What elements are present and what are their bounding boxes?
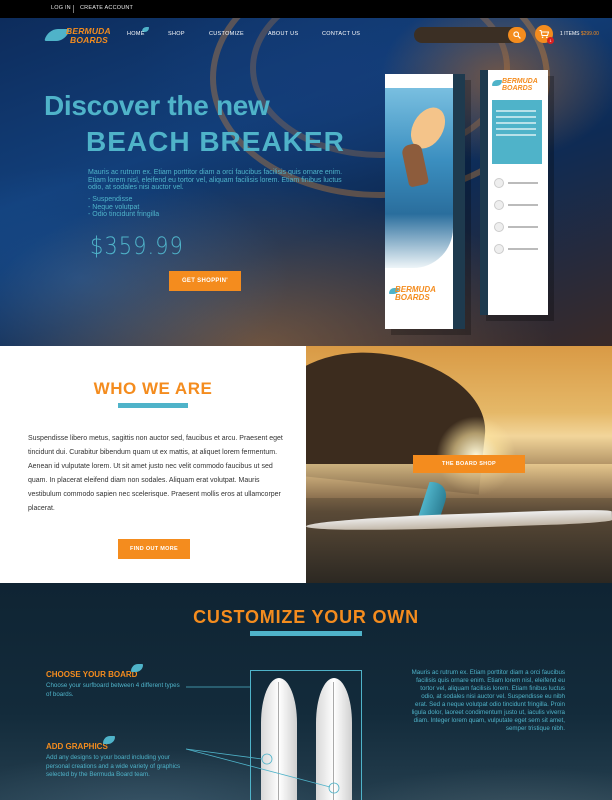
feature-item: - Neque volutpat — [88, 203, 140, 211]
hero-feature-list: - Suspendisse - Neque volutpat - Odio ti… — [88, 196, 159, 219]
cart-total: $299.00 — [580, 31, 599, 37]
cart-summary[interactable]: 1 ITEMS $299.00 — [560, 31, 599, 37]
nav-customize[interactable]: CUSTOMIZE — [209, 31, 244, 37]
cart-badge: 1 — [547, 37, 554, 44]
text-line — [496, 116, 536, 118]
cart-count: 1 ITEMS — [560, 31, 580, 37]
find-out-more-button[interactable]: FIND OUT MORE — [118, 539, 190, 559]
customize-description: Mauris ac rutrum ex. Etiam porttitor dia… — [411, 669, 565, 732]
customize-section: CUSTOMIZE YOUR OWN CHOOSE YOUR BOARD Cho… — [0, 583, 612, 800]
box-logo-line2: BOARDS — [502, 85, 533, 92]
hero-title-line1: Discover the new — [44, 90, 270, 121]
feature-thumb — [494, 178, 504, 188]
top-bar: LOG IN CREATE ACCOUNT — [0, 0, 612, 18]
text-line — [496, 134, 536, 136]
search-icon — [513, 31, 521, 39]
hero-section: BERMUDA BOARDS HOME SHOP CUSTOMIZE ABOUT… — [0, 18, 612, 346]
product-box-front: BERMUDA BOARDS — [385, 74, 465, 329]
box-logo-line1: BERMUDA — [502, 78, 538, 85]
feature-item: - Suspendisse — [88, 196, 133, 203]
create-account-link[interactable]: CREATE ACCOUNT — [80, 5, 133, 11]
text-line — [496, 122, 536, 124]
hero-description: Mauris ac rutrum ex. Etiam porttitor dia… — [88, 169, 343, 191]
text-line — [496, 128, 536, 130]
nav-home[interactable]: HOME — [127, 31, 145, 37]
search-input[interactable] — [414, 27, 526, 43]
text-line — [508, 204, 538, 206]
box-logo: BERMUDA BOARDS — [395, 286, 436, 302]
cart-button[interactable]: 1 — [535, 25, 554, 44]
text-line — [496, 110, 536, 112]
box-logo: BERMUDA BOARDS — [502, 78, 538, 92]
nav-shop[interactable]: SHOP — [168, 31, 185, 37]
box-side — [480, 70, 488, 315]
feature-item: - Odio tincidunt fringilla — [88, 211, 160, 218]
who-we-are-section: WHO WE ARE Suspendisse libero metus, sag… — [0, 346, 306, 583]
text-line — [508, 248, 538, 250]
board-shop-button[interactable]: THE BOARD SHOP — [413, 455, 525, 473]
fin-logo-icon — [492, 80, 502, 86]
divider — [73, 5, 74, 13]
feature-thumb — [494, 222, 504, 232]
nav-about-us[interactable]: ABOUT US — [268, 31, 298, 37]
get-shoppin-button[interactable]: GET SHOPPIN' — [169, 271, 241, 291]
text-line — [508, 182, 538, 184]
feature-thumb — [494, 200, 504, 210]
feature-thumb — [494, 244, 504, 254]
brand-logo[interactable]: BERMUDA BOARDS — [44, 25, 116, 45]
box-side — [453, 74, 465, 329]
who-we-are-text: Suspendisse libero metus, sagittis non a… — [28, 435, 283, 512]
search-button[interactable] — [508, 27, 526, 43]
box-logo-line2: BOARDS — [395, 293, 430, 302]
title-underline — [118, 403, 188, 408]
brand-name-line2: BOARDS — [70, 35, 109, 45]
nav-contact-us[interactable]: CONTACT US — [322, 31, 360, 37]
login-link[interactable]: LOG IN — [51, 5, 71, 11]
who-we-are-title: WHO WE ARE — [93, 379, 213, 398]
hero-price: $359.99 — [90, 232, 184, 260]
product-box-back: BERMUDA BOARDS — [480, 70, 548, 315]
surfboard-on-sand — [306, 508, 612, 534]
text-line — [508, 226, 538, 228]
hero-title-line2: BEACH BREAKER — [86, 126, 345, 157]
